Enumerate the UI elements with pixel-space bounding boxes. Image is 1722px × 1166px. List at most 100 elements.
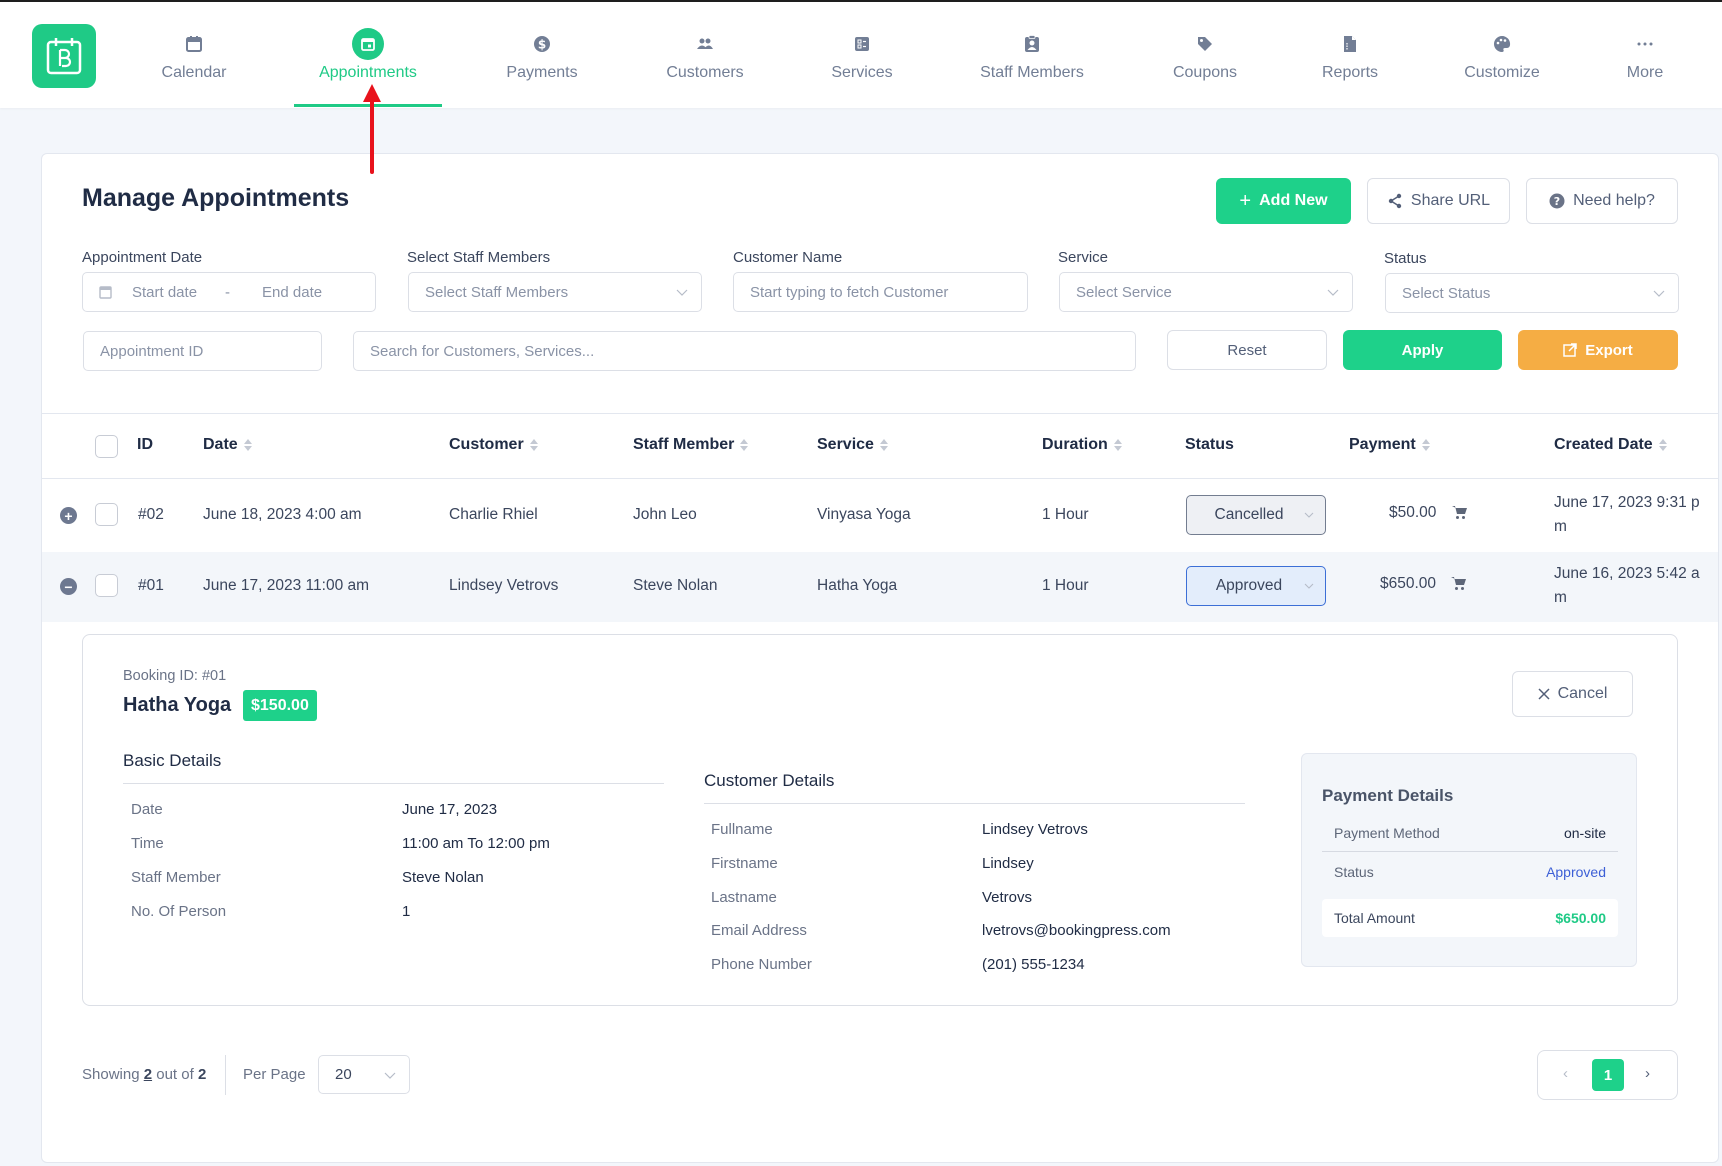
basic-staff-value: Steve Nolan bbox=[402, 869, 484, 886]
palette-icon bbox=[1486, 28, 1518, 60]
payment-total-row: Total Amount $650.00 bbox=[1322, 899, 1618, 937]
basic-date-label: Date bbox=[131, 801, 163, 818]
nav-calendar[interactable]: Calendar bbox=[150, 2, 238, 106]
status-dropdown-approved[interactable]: Approved bbox=[1186, 566, 1326, 606]
nav-appointments-label: Appointments bbox=[319, 64, 417, 81]
sort-icon bbox=[243, 439, 252, 451]
nav-services-label: Services bbox=[831, 64, 893, 81]
annotation-arrow-icon bbox=[363, 84, 381, 174]
cell-created-date-line2: m bbox=[1554, 518, 1567, 535]
header-created-date[interactable]: Created Date bbox=[1554, 436, 1667, 454]
end-date-input[interactable]: End date bbox=[262, 284, 322, 301]
expand-row-icon[interactable]: + bbox=[60, 507, 77, 524]
header-staff-member[interactable]: Staff Member bbox=[633, 436, 749, 454]
nav-coupons[interactable]: Coupons bbox=[1157, 2, 1253, 106]
calendar-small-icon bbox=[99, 286, 112, 299]
nav-payments-label: Payments bbox=[506, 64, 578, 81]
appointments-icon bbox=[352, 28, 384, 60]
tag-icon bbox=[1189, 28, 1221, 60]
plus-icon: + bbox=[1239, 190, 1252, 212]
nav-staff-members[interactable]: Staff Members bbox=[970, 2, 1094, 106]
cell-staff: John Leo bbox=[633, 506, 697, 523]
cart-icon bbox=[1451, 506, 1467, 520]
status-select[interactable]: Select Status bbox=[1385, 273, 1679, 313]
service-select[interactable]: Select Service bbox=[1059, 272, 1353, 312]
staff-members-select[interactable]: Select Staff Members bbox=[408, 272, 702, 312]
status-filter-label: Status bbox=[1384, 250, 1427, 267]
appointment-date-label: Appointment Date bbox=[82, 249, 203, 266]
header-duration[interactable]: Duration bbox=[1042, 436, 1122, 454]
payment-details-box: Payment Details Payment Method on-site S… bbox=[1301, 753, 1637, 967]
footer-divider bbox=[225, 1055, 226, 1095]
apply-button[interactable]: Apply bbox=[1343, 330, 1502, 370]
search-input[interactable]: Search for Customers, Services... bbox=[353, 331, 1136, 371]
nav-customers[interactable]: Customers bbox=[655, 2, 755, 106]
share-url-button[interactable]: Share URL bbox=[1367, 178, 1510, 224]
row-checkbox[interactable] bbox=[95, 503, 118, 526]
appointment-date-range[interactable]: Start date - End date bbox=[82, 272, 376, 312]
nav-reports[interactable]: Reports bbox=[1305, 2, 1395, 106]
cell-created-date-line1: June 16, 2023 5:42 a bbox=[1554, 565, 1700, 582]
add-new-button[interactable]: + Add New bbox=[1216, 178, 1351, 224]
users-icon bbox=[689, 28, 721, 60]
nav-services[interactable]: Services bbox=[812, 2, 912, 106]
sort-icon bbox=[1113, 439, 1122, 451]
detail-service-name: Hatha Yoga bbox=[123, 694, 232, 716]
select-all-checkbox[interactable] bbox=[95, 435, 118, 458]
cell-duration: 1 Hour bbox=[1042, 577, 1089, 594]
sort-icon bbox=[529, 439, 538, 451]
customer-phone-value: (201) 555-1234 bbox=[982, 956, 1085, 973]
nav-customize[interactable]: Customize bbox=[1452, 2, 1552, 106]
payment-details-title: Payment Details bbox=[1322, 786, 1454, 805]
cell-payment: $50.00 bbox=[1389, 504, 1467, 522]
row-checkbox[interactable] bbox=[95, 574, 118, 597]
header-payment[interactable]: Payment bbox=[1349, 436, 1430, 454]
customer-name-input[interactable]: Start typing to fetch Customer bbox=[733, 272, 1028, 312]
nav-customers-label: Customers bbox=[666, 64, 744, 81]
close-icon bbox=[1538, 688, 1550, 700]
page-1-button[interactable]: 1 bbox=[1592, 1059, 1624, 1091]
need-help-button[interactable]: ? Need help? bbox=[1526, 178, 1678, 224]
nav-payments[interactable]: $ Payments bbox=[494, 2, 590, 106]
collapse-row-icon[interactable]: − bbox=[60, 578, 77, 595]
header-date[interactable]: Date bbox=[203, 436, 252, 454]
nav-customize-label: Customize bbox=[1464, 64, 1540, 81]
nav-more[interactable]: More bbox=[1615, 2, 1675, 106]
per-page-select[interactable]: 20 bbox=[318, 1055, 410, 1094]
export-button[interactable]: Export bbox=[1518, 330, 1678, 370]
chevron-down-icon bbox=[1653, 290, 1665, 297]
cancel-button[interactable]: Cancel bbox=[1512, 671, 1633, 717]
basic-time-value: 11:00 am To 12:00 pm bbox=[402, 835, 550, 852]
basic-details-divider bbox=[123, 783, 664, 784]
calendar-icon bbox=[178, 28, 210, 60]
cell-date: June 18, 2023 4:00 am bbox=[203, 506, 362, 523]
chevron-down-icon bbox=[1304, 583, 1314, 589]
customer-firstname-value: Lindsey bbox=[982, 855, 1034, 872]
more-dots-icon bbox=[1629, 28, 1661, 60]
customer-filter-label: Customer Name bbox=[733, 249, 843, 266]
sort-icon bbox=[1421, 439, 1430, 451]
nav-staff-members-label: Staff Members bbox=[980, 64, 1084, 81]
nav-reports-label: Reports bbox=[1321, 64, 1379, 81]
basic-staff-label: Staff Member bbox=[131, 869, 221, 886]
report-icon bbox=[1334, 28, 1366, 60]
reset-button[interactable]: Reset bbox=[1167, 330, 1327, 370]
cell-created-date-line1: June 17, 2023 9:31 p bbox=[1554, 494, 1700, 511]
appointment-id-input[interactable]: Appointment ID bbox=[83, 331, 322, 371]
header-service[interactable]: Service bbox=[817, 436, 888, 454]
header-customer[interactable]: Customer bbox=[449, 436, 538, 454]
basic-time-label: Time bbox=[131, 835, 164, 852]
basic-details-title: Basic Details bbox=[123, 751, 222, 770]
staff-badge-icon bbox=[1016, 28, 1048, 60]
bookingpress-logo[interactable] bbox=[32, 24, 96, 88]
status-dropdown-cancelled[interactable]: Cancelled bbox=[1186, 495, 1326, 535]
header-status: Status bbox=[1185, 436, 1234, 453]
logo-icon bbox=[46, 38, 82, 75]
start-date-input[interactable]: Start date bbox=[132, 284, 197, 301]
svg-text:$: $ bbox=[538, 38, 546, 52]
chevron-down-icon bbox=[384, 1072, 396, 1079]
next-page-button[interactable]: › bbox=[1645, 1065, 1650, 1082]
prev-page-button[interactable]: ‹ bbox=[1563, 1065, 1568, 1082]
cell-created-date-line2: m bbox=[1554, 589, 1567, 606]
chevron-down-icon bbox=[1327, 289, 1339, 296]
